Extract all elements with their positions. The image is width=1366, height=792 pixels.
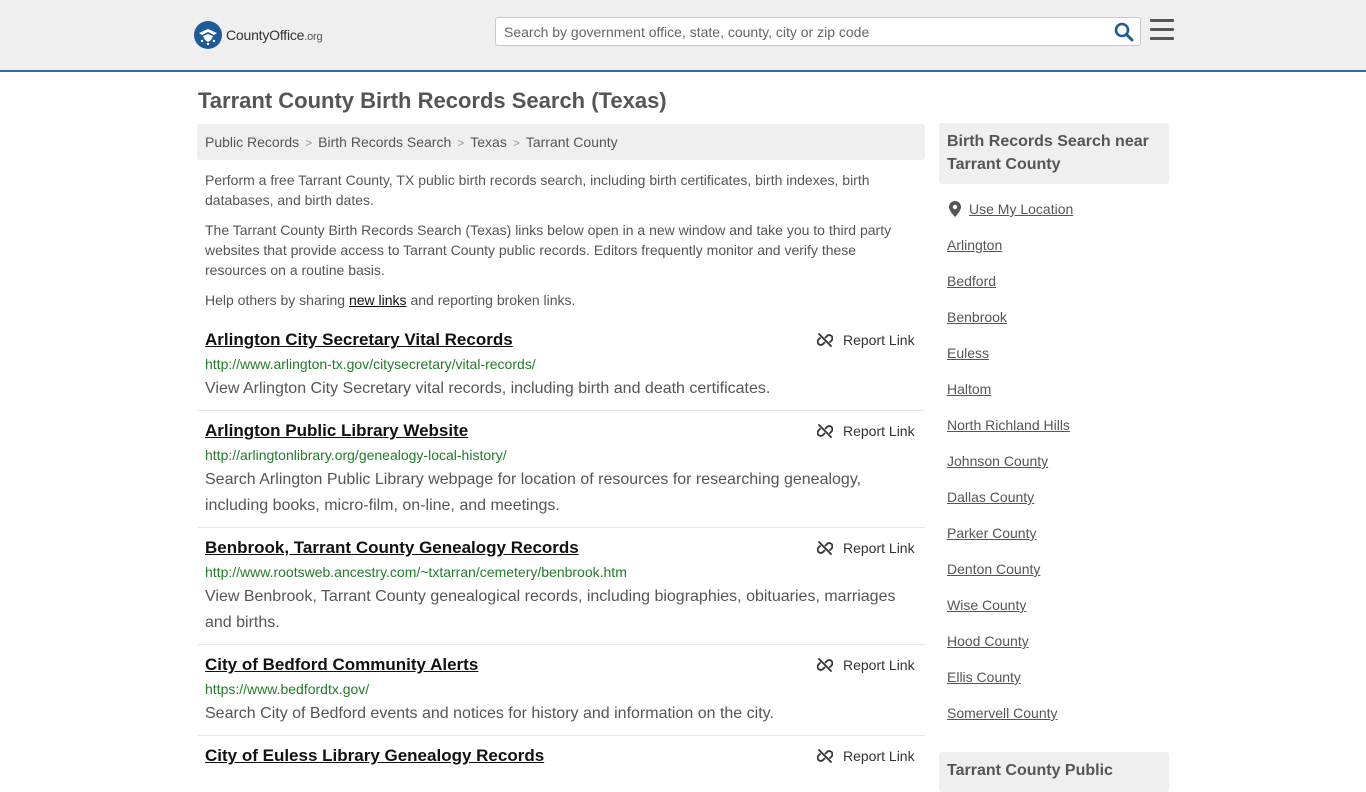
result-item: Benbrook, Tarrant County Genealogy Recor…: [197, 538, 925, 645]
breadcrumb: Public Records > Birth Records Search > Texa…: [197, 124, 925, 160]
site-header: CountyOffice.org: [0, 0, 1366, 72]
broken-link-icon: [817, 333, 833, 347]
breadcrumb-separator-icon: >: [512, 136, 520, 150]
sidebar-link-dallas-county[interactable]: Dallas County: [947, 489, 1034, 505]
report-link-label: Report Link: [843, 657, 915, 673]
sidebar-link-euless[interactable]: Euless: [947, 345, 989, 361]
result-url: http://www.arlington-tx.gov/citysecretar…: [205, 356, 536, 372]
report-link-label: Report Link: [843, 332, 915, 348]
logo-main-text: CountyOffice: [226, 27, 305, 43]
intro-paragraph-3: Help others by sharing new links and rep…: [205, 290, 905, 310]
intro-paragraph-1: Perform a free Tarrant County, TX public…: [205, 172, 870, 208]
sidebar-link-johnson-county[interactable]: Johnson County: [947, 453, 1048, 469]
sidebar-heading: Birth Records Search near Tarrant County: [939, 123, 1169, 184]
result-title-link[interactable]: Benbrook, Tarrant County Genealogy Recor…: [205, 538, 579, 558]
search-icon[interactable]: [1114, 22, 1134, 42]
sidebar-link-ellis-county[interactable]: Ellis County: [947, 669, 1021, 685]
report-link-button[interactable]: Report Link: [817, 748, 915, 764]
use-my-location: Use My Location: [949, 201, 1073, 217]
intro-paragraph-2: The Tarrant County Birth Records Search …: [205, 222, 892, 278]
result-url: http://www.rootsweb.ancestry.com/~txtarr…: [205, 564, 627, 580]
breadcrumb-separator-icon: >: [305, 136, 313, 150]
broken-link-icon: [817, 658, 833, 672]
logo-suffix-text: .org: [304, 31, 323, 43]
broken-link-icon: [817, 541, 833, 555]
result-item: Arlington City Secretary Vital Records R…: [197, 330, 925, 411]
result-item: Arlington Public Library Website Report …: [197, 421, 925, 528]
report-link-label: Report Link: [843, 540, 915, 556]
sidebar-link-arlington[interactable]: Arlington: [947, 237, 1002, 253]
report-link-label: Report Link: [843, 423, 915, 439]
sidebar-link-wise-county[interactable]: Wise County: [947, 597, 1026, 613]
broken-link-icon: [817, 424, 833, 438]
result-description: View Arlington City Secretary vital reco…: [205, 380, 771, 397]
sidebar-link-haltom[interactable]: Haltom: [947, 381, 991, 397]
map-pin-icon: [949, 201, 961, 217]
report-link-label: Report Link: [843, 748, 915, 764]
result-description: Search City of Bedford events and notice…: [205, 705, 774, 722]
search-input[interactable]: [496, 18, 1106, 45]
breadcrumb-birth-records-search[interactable]: Birth Records Search: [318, 134, 451, 150]
breadcrumb-separator-icon: >: [457, 136, 465, 150]
sidebar-link-parker-county[interactable]: Parker County: [947, 525, 1036, 541]
hamburger-menu-icon[interactable]: [1150, 19, 1174, 41]
result-url: https://www.bedfordtx.gov/: [205, 681, 370, 697]
breadcrumb-public-records[interactable]: Public Records: [205, 134, 299, 150]
result-title-link[interactable]: Arlington City Secretary Vital Records: [205, 330, 513, 350]
sidebar-link-benbrook[interactable]: Benbrook: [947, 309, 1007, 325]
result-description: Search Arlington Public Library webpage …: [205, 471, 862, 514]
breadcrumb-tarrant-county[interactable]: Tarrant County: [526, 134, 618, 150]
breadcrumb-texas[interactable]: Texas: [470, 134, 507, 150]
broken-link-icon: [817, 749, 833, 763]
result-title-link[interactable]: City of Bedford Community Alerts: [205, 655, 478, 675]
sidebar-link-hood-county[interactable]: Hood County: [947, 633, 1029, 649]
result-item: City of Bedford Community Alerts Report …: [197, 655, 925, 736]
use-my-location-link[interactable]: Use My Location: [969, 201, 1073, 217]
site-logo[interactable]: CountyOffice.org: [194, 20, 323, 50]
report-link-button[interactable]: Report Link: [817, 332, 915, 348]
sidebar-link-denton-county[interactable]: Denton County: [947, 561, 1040, 577]
intro-reporting-text: and reporting broken links.: [406, 292, 576, 308]
result-title-link[interactable]: City of Euless Library Genealogy Records: [205, 746, 544, 766]
sidebar-link-somervell-county[interactable]: Somervell County: [947, 705, 1058, 721]
county-seal-icon: [194, 21, 222, 49]
intro-share-text: Help others by sharing: [205, 292, 349, 308]
result-url: http://arlingtonlibrary.org/genealogy-lo…: [205, 447, 507, 463]
sidebar-link-bedford[interactable]: Bedford: [947, 273, 996, 289]
report-link-button[interactable]: Report Link: [817, 423, 915, 439]
logo-wordmark: CountyOffice.org: [226, 27, 323, 43]
page-title: Tarrant County Birth Records Search (Tex…: [198, 88, 667, 113]
report-link-button[interactable]: Report Link: [817, 657, 915, 673]
sidebar-link-north-richland-hills[interactable]: North Richland Hills: [947, 417, 1070, 433]
report-link-button[interactable]: Report Link: [817, 540, 915, 556]
result-item: City of Euless Library Genealogy Records…: [197, 746, 925, 768]
sidebar-heading-2: Tarrant County Public: [939, 752, 1169, 792]
search-bar: [495, 17, 1141, 46]
result-description: View Benbrook, Tarrant County genealogic…: [205, 588, 896, 631]
new-links-link[interactable]: new links: [349, 292, 407, 308]
result-title-link[interactable]: Arlington Public Library Website: [205, 421, 468, 441]
